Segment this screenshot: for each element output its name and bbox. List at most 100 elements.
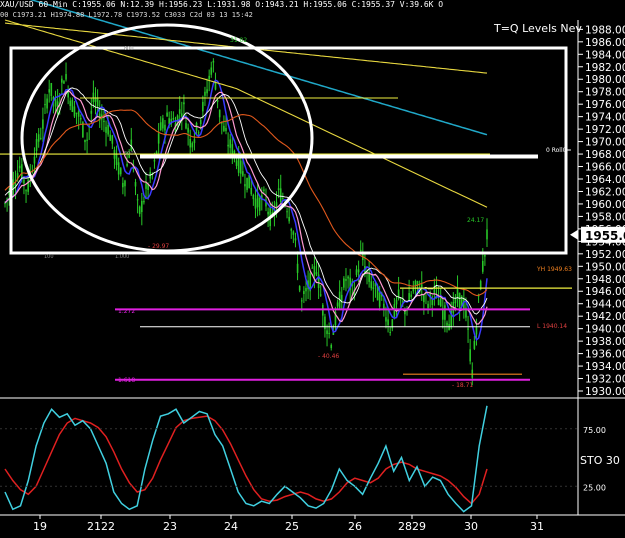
price-tick-label: 1982.00: [585, 62, 625, 74]
peak-label: 31.02: [230, 37, 247, 44]
candle-body: [446, 322, 448, 326]
yh-label: YH 1949.63: [536, 266, 572, 273]
price-tick-label: 1964.00: [585, 174, 625, 186]
candle-body: [343, 278, 345, 288]
candle-body: [63, 81, 65, 84]
candle-body: [164, 124, 166, 131]
candle-body: [46, 98, 48, 109]
candle-body: [244, 184, 246, 187]
candle-body: [481, 260, 484, 272]
candle-body: [385, 317, 387, 322]
candle-body: [136, 199, 139, 201]
candle-body: [109, 134, 112, 141]
candle-body: [282, 197, 284, 199]
ohlc-header: XAU/USD 60-Min C:1955.06 N:12.39 H:1956.…: [0, 0, 444, 9]
price-tick-label: 1942.00: [585, 311, 625, 323]
candle-body: [336, 302, 339, 307]
price-tick-label: 1940.00: [585, 324, 625, 336]
candle-body: [86, 139, 88, 141]
candle-body: [252, 194, 255, 200]
candle-body: [250, 187, 253, 195]
price-tick-label: 1978.00: [585, 87, 625, 99]
right-move-label: 24.17: [467, 217, 484, 224]
candle-body: [229, 139, 232, 148]
candle-body: [212, 60, 215, 63]
box-top-label: 800: [124, 46, 134, 52]
time-tick-label: 2829: [398, 520, 426, 533]
candle-body: [296, 263, 299, 273]
candle-body: [126, 164, 128, 166]
time-tick-label: 24: [224, 520, 238, 533]
candle-body: [44, 103, 46, 106]
candle-body: [370, 281, 373, 289]
roll-label: 0 Roll0=: [546, 147, 571, 154]
sto-tick-label: 75.00: [583, 426, 606, 435]
candle-body: [23, 179, 25, 184]
candle-body: [73, 106, 76, 117]
candle-body: [103, 120, 105, 122]
candle-body: [94, 97, 97, 102]
candle-body: [185, 123, 187, 129]
candle-body: [159, 122, 162, 131]
candle-body: [117, 162, 120, 175]
candle-body: [275, 202, 278, 208]
time-tick-label: 26: [348, 520, 362, 533]
candle-body: [143, 200, 145, 203]
candle-body: [191, 143, 194, 148]
candle-body: [467, 328, 469, 330]
candle-body: [90, 110, 93, 114]
candle-body: [141, 201, 143, 213]
price-tick-label: 1950.00: [585, 261, 625, 273]
candle-body: [202, 101, 204, 112]
candle-body: [355, 269, 358, 275]
time-tick-label: 31: [530, 520, 544, 533]
mid-move-label: - 40.46: [318, 353, 339, 360]
candle-body: [35, 139, 38, 151]
candle-body: [199, 119, 202, 124]
box-left-label: 100: [44, 254, 54, 260]
candle-body: [298, 286, 301, 291]
candle-body: [134, 182, 137, 187]
candle-body: [439, 297, 442, 307]
box-low-label: 1.000: [115, 254, 129, 260]
candle-body: [145, 183, 147, 189]
candle-body: [357, 269, 360, 273]
candle-body: [313, 266, 316, 276]
candle-body: [187, 127, 189, 133]
candle-body: [395, 299, 398, 305]
candle-body: [69, 100, 72, 107]
candle-body: [235, 160, 238, 166]
candle-body: [330, 344, 333, 349]
candle-body: [292, 231, 295, 235]
candle-body: [267, 211, 269, 215]
candle-body: [300, 300, 303, 302]
candle-body: [246, 177, 248, 190]
candle-body: [166, 112, 168, 117]
candle-body: [315, 272, 318, 275]
candle-body: [183, 102, 185, 105]
candle-body: [484, 254, 486, 257]
candle-body: [216, 99, 219, 103]
candle-body: [208, 75, 210, 80]
candle-body: [288, 216, 290, 222]
candle-body: [111, 135, 114, 144]
candle-body: [326, 330, 328, 334]
price-tick-label: 1968.00: [585, 149, 625, 161]
candle-body: [328, 332, 330, 334]
price-tick-label: 1958.00: [585, 211, 625, 223]
candle-body: [84, 139, 86, 143]
candle-body: [168, 118, 170, 124]
candle-body: [263, 189, 265, 191]
time-tick-label: 23: [163, 520, 177, 533]
price-chart: 1988.001986.001984.001982.001980.001978.…: [0, 0, 625, 538]
candle-body: [286, 211, 288, 213]
candle-body: [242, 171, 244, 176]
candle-body: [61, 78, 63, 83]
candle-body: [204, 91, 206, 96]
left-move-label: - 29.97: [148, 243, 169, 250]
candle-body: [294, 238, 297, 241]
candle-body: [218, 109, 221, 118]
price-tick-label: 1946.00: [585, 286, 625, 298]
candle-body: [25, 190, 27, 192]
price-tick-label: 1932.00: [585, 374, 625, 386]
